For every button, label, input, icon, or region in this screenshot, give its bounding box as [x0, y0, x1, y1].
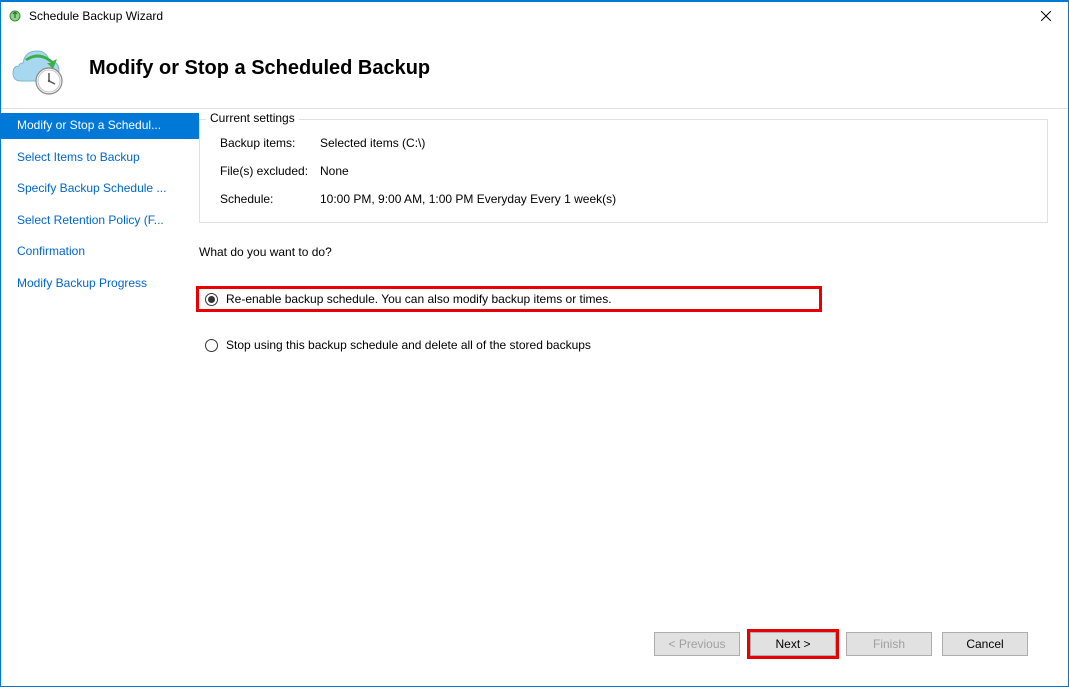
sidebar-item-modify-progress[interactable]: Modify Backup Progress — [1, 271, 199, 297]
window-title: Schedule Backup Wizard — [29, 9, 1023, 23]
radio-option-stop[interactable]: Stop using this backup schedule and dele… — [199, 335, 819, 355]
label-files-excluded: File(s) excluded: — [220, 164, 320, 178]
body-area: Modify or Stop a Schedul... Select Items… — [1, 109, 1068, 686]
sidebar-item-modify-stop[interactable]: Modify or Stop a Schedul... — [1, 113, 199, 139]
radio-icon — [205, 293, 218, 306]
radio-label-stop: Stop using this backup schedule and dele… — [226, 338, 591, 352]
titlebar: Schedule Backup Wizard — [1, 2, 1068, 29]
value-backup-items: Selected items (C:\) — [320, 136, 1027, 150]
footer-buttons: < Previous Next > Finish Cancel — [199, 620, 1048, 676]
question-text: What do you want to do? — [199, 245, 1048, 259]
sidebar-item-retention-policy[interactable]: Select Retention Policy (F... — [1, 208, 199, 234]
backup-icon — [9, 41, 69, 96]
current-settings-group: Current settings Backup items: Selected … — [199, 119, 1048, 223]
label-backup-items: Backup items: — [220, 136, 320, 150]
main-content: Current settings Backup items: Selected … — [199, 109, 1068, 686]
value-files-excluded: None — [320, 164, 1027, 178]
page-title: Modify or Stop a Scheduled Backup — [89, 57, 430, 80]
sidebar-item-select-items[interactable]: Select Items to Backup — [1, 145, 199, 171]
row-schedule: Schedule: 10:00 PM, 9:00 AM, 1:00 PM Eve… — [220, 192, 1027, 206]
groupbox-title: Current settings — [206, 111, 299, 125]
sidebar: Modify or Stop a Schedul... Select Items… — [1, 109, 199, 686]
row-backup-items: Backup items: Selected items (C:\) — [220, 136, 1027, 150]
sidebar-item-confirmation[interactable]: Confirmation — [1, 239, 199, 265]
sidebar-item-specify-schedule[interactable]: Specify Backup Schedule ... — [1, 176, 199, 202]
radio-label-reenable: Re-enable backup schedule. You can also … — [226, 292, 612, 306]
label-schedule: Schedule: — [220, 192, 320, 206]
finish-button: Finish — [846, 632, 932, 656]
next-button[interactable]: Next > — [750, 632, 836, 656]
header-area: Modify or Stop a Scheduled Backup — [1, 29, 1068, 109]
app-icon — [7, 8, 23, 24]
radio-option-reenable[interactable]: Re-enable backup schedule. You can also … — [199, 289, 819, 309]
cancel-button[interactable]: Cancel — [942, 632, 1028, 656]
close-button[interactable] — [1023, 2, 1068, 29]
radio-icon — [205, 339, 218, 352]
previous-button: < Previous — [654, 632, 740, 656]
value-schedule: 10:00 PM, 9:00 AM, 1:00 PM Everyday Ever… — [320, 192, 1027, 206]
wizard-window: Schedule Backup Wizard Modify or Stop a … — [0, 0, 1069, 687]
row-files-excluded: File(s) excluded: None — [220, 164, 1027, 178]
